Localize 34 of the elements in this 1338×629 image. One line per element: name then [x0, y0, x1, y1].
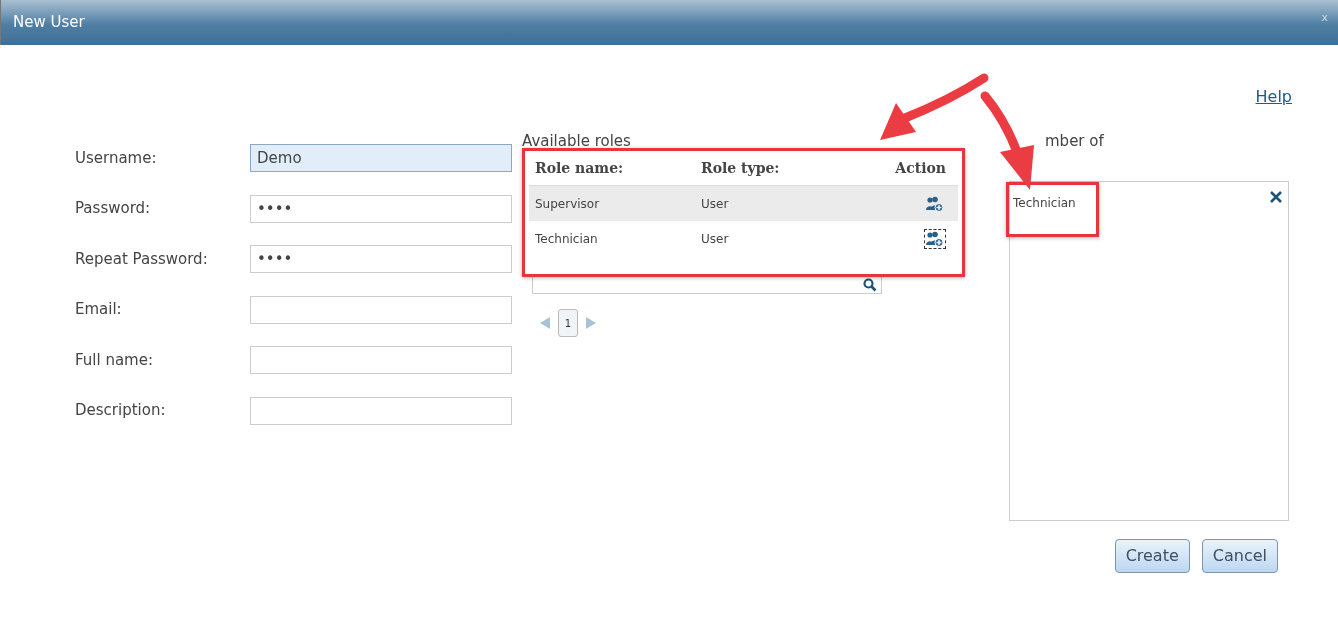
- table-cell-text: Supervisor: [535, 195, 601, 213]
- table-cell-text: User: [701, 195, 730, 213]
- input-field[interactable]: [250, 295, 512, 324]
- table-row[interactable]: Supervisor User: [529, 186, 958, 221]
- input-field[interactable]: ••••: [250, 194, 512, 223]
- help-link[interactable]: Help: [1255, 85, 1292, 129]
- dialog-button[interactable]: Cancel: [1201, 539, 1278, 573]
- window-title: New User: [13, 12, 85, 34]
- table-row[interactable]: Technician User: [529, 221, 958, 256]
- section-title: Available roles: [522, 131, 632, 152]
- list-item[interactable]: Technician: [1013, 196, 1076, 210]
- field-label: Description:: [75, 400, 167, 422]
- column-header: Role name:: [535, 158, 625, 178]
- search-icon: [863, 277, 877, 292]
- field-label: Email:: [75, 299, 123, 321]
- table-cell-text: User: [701, 230, 730, 248]
- search-field[interactable]: [532, 275, 882, 294]
- add-role-button[interactable]: [924, 228, 946, 249]
- input-field[interactable]: [250, 396, 512, 425]
- previous-page-icon[interactable]: [540, 317, 550, 329]
- field-label: Repeat Password:: [75, 248, 209, 270]
- field-label: Username:: [75, 147, 158, 169]
- column-header: Action: [894, 158, 946, 178]
- section-title: mber of: [1044, 131, 1105, 152]
- field-label: Password:: [75, 198, 152, 220]
- page-button[interactable]: 1: [558, 309, 578, 337]
- field-label: Full name:: [75, 349, 154, 371]
- dialog-button[interactable]: Create: [1114, 539, 1190, 573]
- input-field[interactable]: ••••: [250, 245, 512, 273]
- next-page-icon[interactable]: [586, 317, 596, 329]
- input-field[interactable]: Demo: [250, 144, 512, 172]
- column-header: Role type:: [701, 158, 781, 178]
- input-field[interactable]: [250, 346, 512, 374]
- table-cell-text: Technician: [535, 230, 599, 248]
